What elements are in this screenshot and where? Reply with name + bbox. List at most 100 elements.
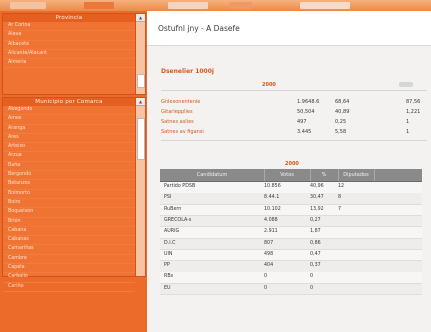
sidebar-item[interactable]: Alicante/Alacant: [3, 50, 135, 60]
summary-row: Gnlexonentenie 1.9648.6 68,64 87,56: [161, 98, 427, 107]
table-cell: 0,27: [310, 217, 321, 223]
scroll-thumb[interactable]: [137, 74, 145, 88]
results-table: Candidatum Votos % Diputados Partido PDS…: [160, 169, 422, 332]
summary-value: 1.9648.6: [297, 99, 320, 105]
table-row[interactable]: EU 0 0: [160, 283, 422, 296]
page-title: Ostufnl jny - A Dasefe: [158, 24, 240, 33]
top-tab[interactable]: [10, 2, 46, 9]
table-cell: EU: [164, 285, 171, 291]
table-cell: 7: [338, 206, 342, 212]
table-row[interactable]: Partido PDSB 10.856 40,96 12: [160, 182, 422, 194]
sidebar-item[interactable]: Albacete: [3, 41, 135, 50]
table-cell: 10.102: [264, 206, 281, 212]
table-cell: 0,86: [310, 240, 321, 246]
sidebar-item[interactable]: Baña: [3, 162, 135, 172]
summary-value: 40,89: [335, 109, 350, 115]
table-cell: 498: [264, 251, 274, 257]
table-cell: 10.856: [264, 184, 281, 189]
year-label: 2000: [262, 82, 276, 88]
table-cell: 13,92: [310, 206, 324, 212]
table-row[interactable]: UIN 498 0,47: [160, 249, 422, 262]
top-tab[interactable]: [84, 2, 114, 9]
table-cell: RBs: [164, 274, 174, 280]
table-row[interactable]: D.I.C 807 0,86: [160, 238, 422, 250]
table-row[interactable]: PP 404 0,37: [160, 261, 422, 273]
sidebar-item[interactable]: Boiro: [3, 199, 135, 209]
table-cell: 8: [338, 195, 342, 201]
summary-value: 50,504: [297, 109, 315, 115]
sidebar-item[interactable]: Arzua: [3, 152, 135, 162]
sidebar-item[interactable]: Capela: [3, 264, 135, 274]
province-panel: Provincia Ar Corina Alava Albacete Alicante…: [2, 13, 136, 95]
table-row[interactable]: GRECOLA-s 4.088 0,27: [160, 215, 422, 228]
table-row[interactable]: RBs 0 0: [160, 272, 422, 284]
table-cell: PSI: [164, 195, 172, 201]
sidebar-item[interactable]: Brión: [3, 218, 135, 227]
table-row[interactable]: AURIG 2.911 1,87: [160, 227, 422, 239]
scroll-up-icon[interactable]: ▲: [136, 14, 145, 22]
table-cell: 2.911: [264, 229, 278, 235]
summary-row: Gitariepplies 50,504 40,89 1,221: [161, 108, 427, 117]
sidebar-item[interactable]: Camariñas: [3, 245, 135, 255]
table-row[interactable]: RuBern 10.102 13,92 7: [160, 204, 422, 217]
sidebar-item[interactable]: Arteixo: [3, 143, 135, 153]
sidebar-item[interactable]: Cariño: [3, 283, 135, 292]
sidebar-item[interactable]: Betanzos: [3, 180, 135, 190]
province-scrollbar[interactable]: ▲: [135, 13, 146, 95]
table-row[interactable]: PSI 8.44.1 30,47 8: [160, 193, 422, 205]
summary-row: Satnes aslies 497 0,25 1: [161, 118, 427, 127]
sidebar-item[interactable]: Carballo: [3, 273, 135, 283]
sidebar-item[interactable]: Abegondo: [3, 106, 135, 116]
sidebar-item[interactable]: Aranga: [3, 125, 135, 134]
page-header: Ostufnl jny - A Dasefe: [147, 11, 431, 46]
toggle-pill[interactable]: [399, 82, 413, 87]
table-cell: 8.44.1: [264, 195, 280, 201]
top-tab[interactable]: [230, 2, 252, 9]
table-cell: GRECOLA-s: [164, 217, 192, 223]
table-cell: UIN: [164, 251, 173, 257]
table-cell: 0,37: [310, 263, 321, 269]
table-cell: 4.088: [264, 217, 278, 223]
summary-label: Satnes aslies: [161, 119, 194, 125]
top-bar: [0, 0, 431, 11]
sidebar-item[interactable]: Cabanas: [3, 236, 135, 246]
summary-value: 1: [406, 129, 410, 135]
sidebar-item[interactable]: Alava: [3, 31, 135, 41]
sidebar-item[interactable]: Cambre: [3, 255, 135, 265]
column-header[interactable]: Candidatum: [160, 169, 265, 181]
municipality-scrollbar[interactable]: ▲: [135, 97, 146, 277]
divider: [161, 90, 427, 91]
sidebar-item[interactable]: Boqueixón: [3, 208, 135, 218]
table-cell: 0: [264, 274, 268, 280]
sidebar-item[interactable]: Cabana: [3, 227, 135, 237]
column-header[interactable]: %: [310, 169, 339, 181]
sidebar-item[interactable]: Ar Corina: [3, 22, 135, 32]
top-tab[interactable]: [300, 2, 350, 9]
summary-value: 0,25: [335, 119, 347, 125]
summary-label: Gitariepplies: [161, 109, 193, 115]
sidebar-item[interactable]: Boimorto: [3, 190, 135, 199]
sidebar-item[interactable]: Ares: [3, 134, 135, 144]
province-panel-title: Provincia: [3, 14, 135, 22]
table-cell: AURIG: [164, 229, 180, 235]
table-cell: PP: [164, 263, 170, 269]
summary-value: 1,221: [406, 109, 421, 115]
table-header: Candidatum Votos % Diputados: [160, 169, 422, 182]
summary-value: 68,64: [335, 99, 350, 105]
summary-value: 5,58: [335, 129, 347, 135]
scroll-thumb[interactable]: [137, 118, 145, 160]
top-tab[interactable]: [168, 2, 208, 9]
column-header[interactable]: Diputados: [338, 169, 375, 181]
table-caption: 2000: [285, 161, 299, 167]
sidebar-item[interactable]: Ames: [3, 115, 135, 125]
summary-row: Satnes av figansi 3.445 5,58 1: [161, 128, 427, 137]
summary-label: Gnlexonentenie: [161, 99, 201, 105]
section-title: Dsenelier 1000j: [161, 68, 214, 75]
column-header[interactable]: Votos: [264, 169, 311, 181]
table-cell: 0: [310, 285, 314, 291]
sidebar-item[interactable]: Bergondo: [3, 171, 135, 181]
sidebar-item[interactable]: Almeria: [3, 59, 135, 69]
scroll-up-icon[interactable]: ▲: [136, 98, 145, 106]
summary-value: 3.445: [297, 129, 312, 135]
table-cell: D.I.C: [164, 240, 176, 246]
